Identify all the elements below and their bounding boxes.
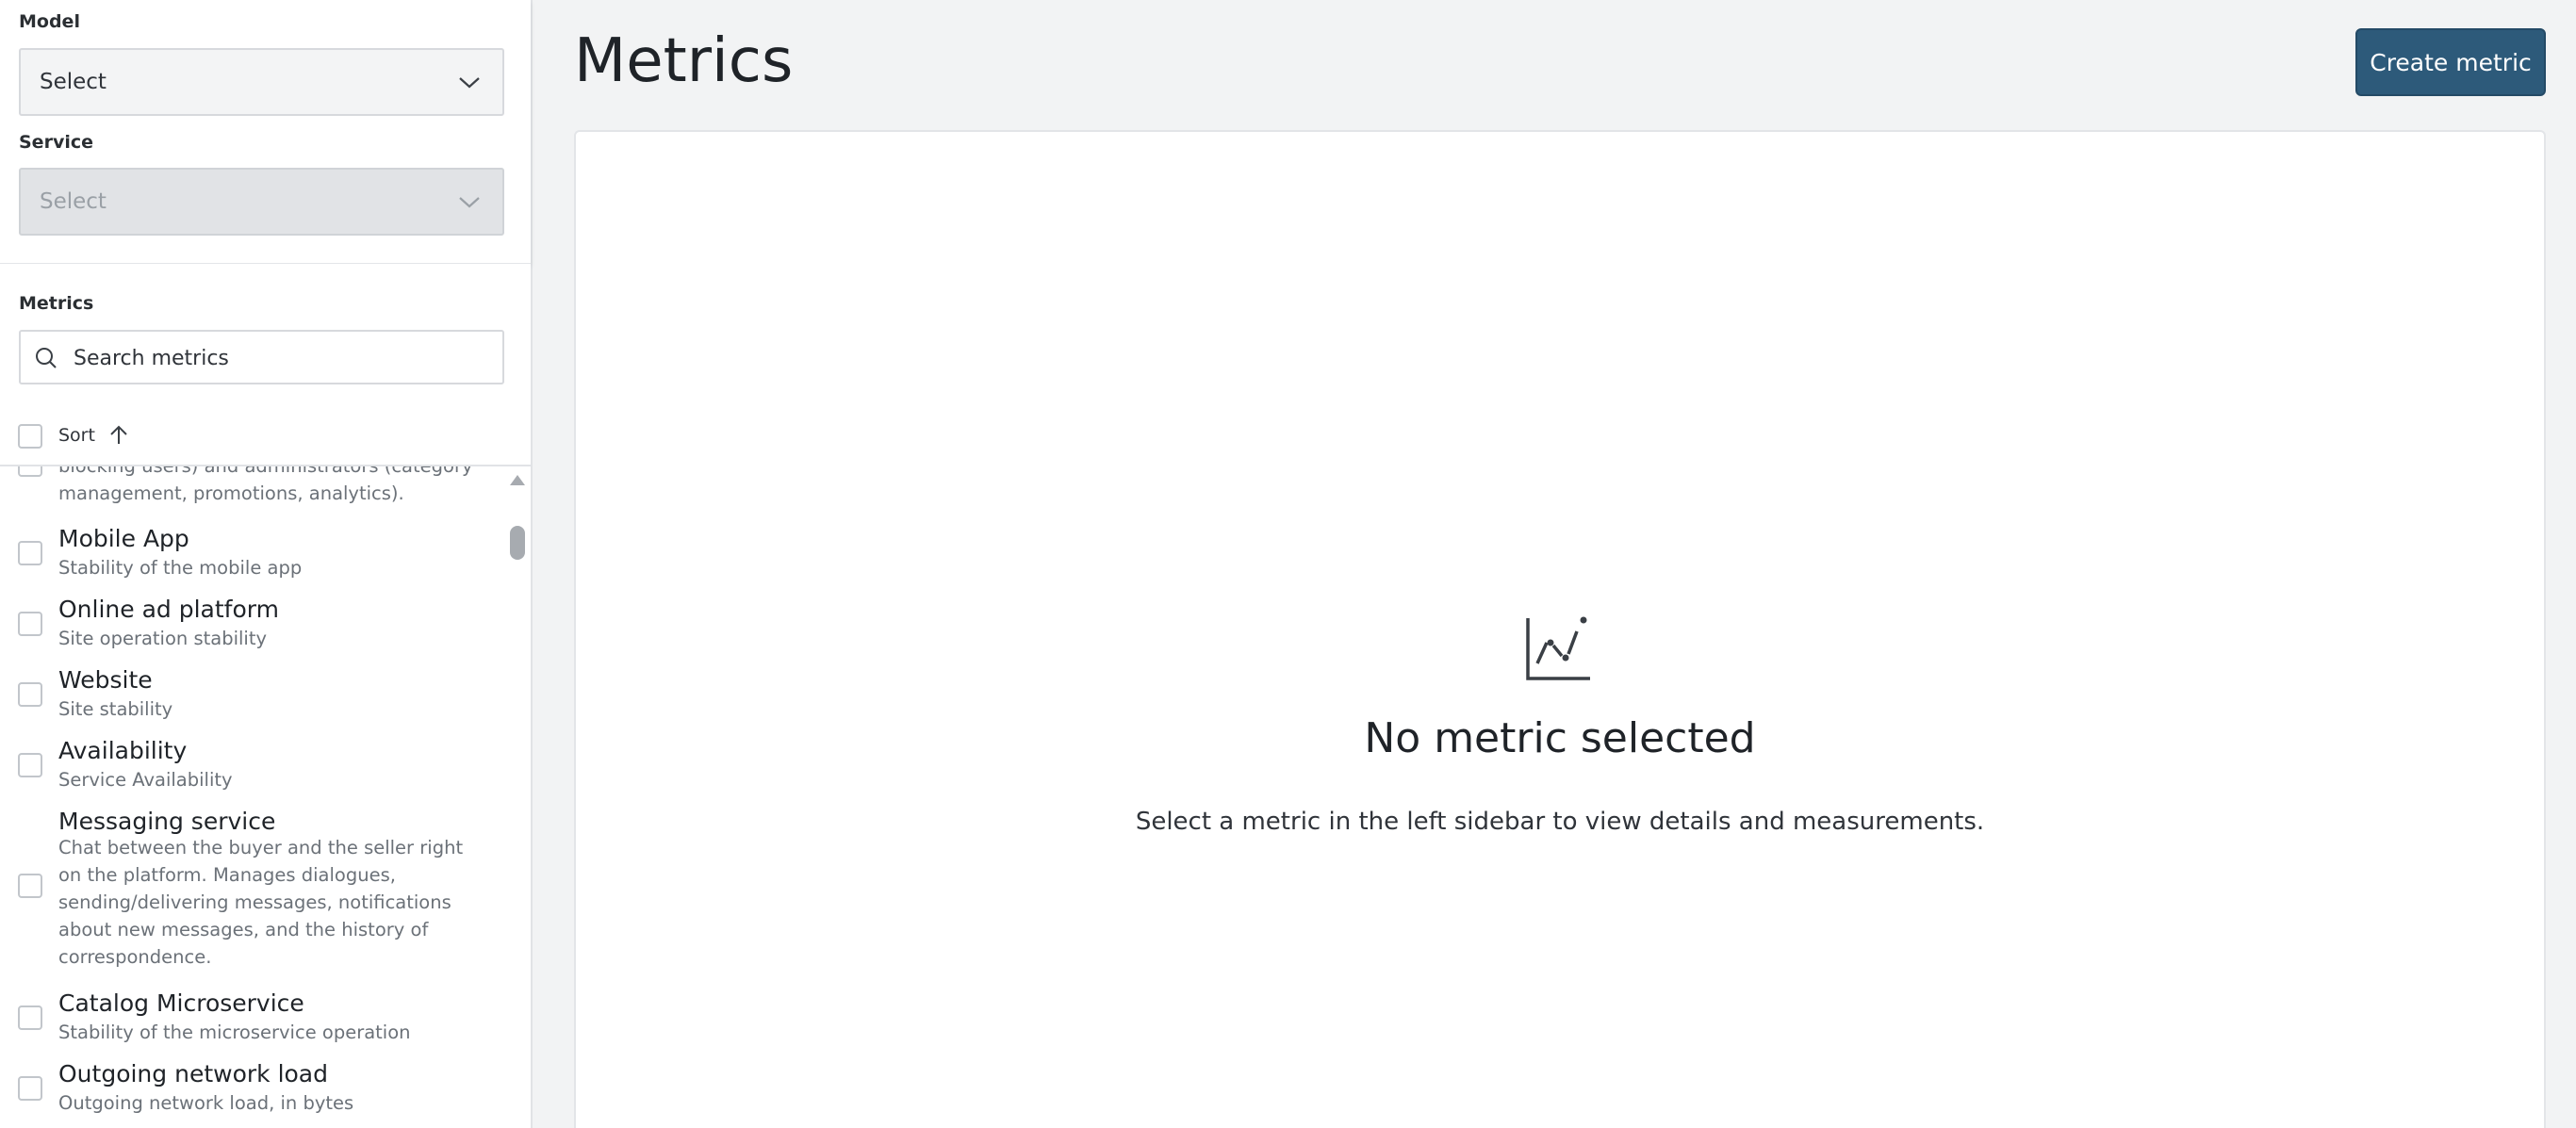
sort-label[interactable]: Sort	[58, 425, 95, 446]
item-description: Service Availability	[58, 769, 233, 791]
model-select[interactable]: Select	[19, 48, 504, 116]
item-checkbox[interactable]	[18, 541, 42, 565]
empty-state-title: No metric selected	[1364, 714, 1756, 762]
search-box	[19, 330, 504, 384]
service-label: Service	[19, 132, 93, 153]
item-description: Stability of the microservice operation	[58, 1022, 411, 1043]
item-title: Website	[58, 666, 153, 694]
list-item[interactable]: Online ad platform Site operation stabil…	[0, 596, 509, 662]
app-root: Model Select Service Select Metrics Sear…	[0, 0, 2576, 1128]
chevron-down-icon	[459, 197, 480, 208]
item-checkbox[interactable]	[18, 682, 42, 707]
item-description: Site operation stability	[58, 628, 268, 649]
item-title: Availability	[58, 737, 188, 764]
metrics-list: blocking users) and administrators (cate…	[0, 466, 531, 1128]
item-title: Catalog Microservice	[58, 989, 304, 1017]
list-item[interactable]: Website Site stability	[0, 666, 509, 732]
model-select-value: Select	[40, 70, 107, 94]
scroll-up-icon[interactable]	[509, 473, 526, 486]
item-description: Site stability	[58, 698, 173, 720]
sidebar: Model Select Service Select Metrics Sear…	[0, 0, 533, 1128]
page-title: Metrics	[574, 26, 794, 96]
empty-state-hint: Select a metric in the left sidebar to v…	[1135, 808, 1985, 836]
item-description: blocking users) and administrators (cate…	[58, 466, 473, 504]
chevron-down-icon	[459, 77, 480, 89]
item-title: Outgoing network load	[58, 1060, 328, 1087]
service-select[interactable]: Select	[19, 168, 504, 236]
list-item[interactable]: Catalog Microservice Stability of the mi…	[0, 989, 509, 1055]
scrollbar-thumb[interactable]	[510, 526, 525, 560]
item-description: Chat between the buyer and the seller ri…	[58, 837, 464, 968]
search-icon	[36, 348, 57, 368]
item-title: Online ad platform	[58, 596, 279, 623]
item-description: Outgoing network load, in bytes	[58, 1092, 354, 1114]
line-chart-icon	[1526, 616, 1590, 680]
list-item[interactable]: blocking users) and administrators (cate…	[0, 466, 509, 523]
model-label: Model	[19, 11, 80, 32]
item-checkbox[interactable]	[18, 753, 42, 777]
arrow-up-icon[interactable]	[107, 424, 130, 447]
item-checkbox[interactable]	[18, 1005, 42, 1030]
list-item[interactable]: Messaging service Chat between the buyer…	[0, 808, 509, 968]
create-metric-button[interactable]: Create metric	[2355, 28, 2546, 96]
list-item[interactable]: Mobile App Stability of the mobile app	[0, 525, 509, 591]
list-item[interactable]: Outgoing network load Outgoing network l…	[0, 1060, 509, 1126]
item-checkbox[interactable]	[18, 874, 42, 898]
item-checkbox[interactable]	[18, 612, 42, 636]
item-checkbox[interactable]	[18, 466, 42, 477]
item-description: Stability of the mobile app	[58, 557, 303, 579]
service-select-value: Select	[40, 189, 107, 214]
metrics-label: Metrics	[19, 293, 94, 314]
item-title: Messaging service	[58, 808, 276, 835]
filters-panel: Model Select Service Select	[0, 0, 531, 264]
select-all-checkbox[interactable]	[18, 424, 42, 449]
list-item[interactable]: Availability Service Availability	[0, 737, 509, 803]
item-checkbox[interactable]	[18, 1076, 42, 1101]
search-input[interactable]	[74, 341, 488, 375]
item-title: Mobile App	[58, 525, 189, 552]
